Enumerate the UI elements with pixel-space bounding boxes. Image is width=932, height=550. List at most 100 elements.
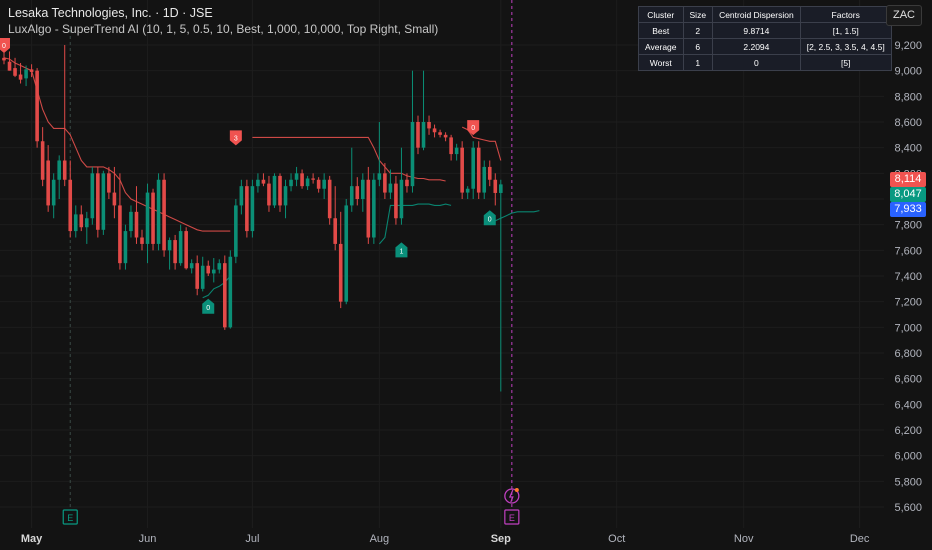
y-tick-label: 7,200 <box>894 297 922 309</box>
candle-body <box>234 205 238 257</box>
y-tick-label: 7,000 <box>894 322 922 334</box>
candle-body <box>300 173 304 187</box>
signal-label: 0 <box>206 305 210 312</box>
candle-body <box>383 173 387 193</box>
candle-body <box>7 61 12 71</box>
candle-body <box>432 128 437 133</box>
candle-body <box>377 173 382 180</box>
candle-body <box>134 211 139 238</box>
cluster-name: Average <box>638 38 684 55</box>
cluster-name: Worst <box>638 54 684 71</box>
signal-label: 3 <box>234 135 238 142</box>
y-tick-label: 7,600 <box>894 245 922 257</box>
candle-body <box>289 179 293 187</box>
candle-body <box>460 147 464 193</box>
candle-body <box>443 134 448 138</box>
candle-body <box>62 160 67 180</box>
x-tick-label: Sep <box>491 533 511 545</box>
currency-button[interactable]: ZAC <box>886 5 922 26</box>
y-tick-label: 8,400 <box>894 143 922 155</box>
y-tick-label: 6,400 <box>894 399 922 411</box>
price-chart[interactable]: 030100E E5,6005,8006,0006,2006,4006,6006,… <box>0 0 932 550</box>
candle-body <box>388 183 393 193</box>
cluster-row-best: Best 2 9.8714 [1, 1.5] <box>638 22 892 39</box>
col-header-dispersion: Centroid Dispersion <box>712 6 801 23</box>
cluster-table: Cluster Size Centroid Dispersion Factors… <box>638 6 892 71</box>
y-tick-label: 6,000 <box>894 451 922 463</box>
candle-body <box>250 186 255 232</box>
candle-body <box>476 147 481 193</box>
candle-body <box>361 179 365 199</box>
candle-body <box>267 183 271 206</box>
x-tick-label: Oct <box>608 533 625 545</box>
y-tick-label: 6,200 <box>894 425 922 437</box>
candle-body <box>167 240 172 251</box>
signal-label: 0 <box>2 43 6 50</box>
price-tag-last: 8,114 <box>890 172 926 187</box>
candle-body <box>68 179 73 232</box>
candle-body <box>465 188 470 193</box>
candle-body <box>239 186 244 206</box>
candle-body <box>195 263 199 289</box>
x-tick-label: Dec <box>850 533 870 545</box>
candle-body <box>13 68 17 76</box>
y-tick-label: 6,800 <box>894 348 922 360</box>
y-tick-label: 7,400 <box>894 271 922 283</box>
candle-body <box>206 265 211 274</box>
candle-body <box>85 218 89 228</box>
candle-body <box>129 211 133 232</box>
candle-body <box>333 218 337 244</box>
y-tick-label: 6,600 <box>894 374 922 386</box>
x-tick-label: Jul <box>245 533 259 545</box>
supertrend-bull-line <box>378 203 452 245</box>
earnings-event-label: E <box>509 513 515 523</box>
candle-body <box>482 166 487 193</box>
cluster-name: Best <box>638 22 684 39</box>
candle-body <box>272 175 277 206</box>
candle-body <box>96 173 100 230</box>
candle-body <box>162 179 166 251</box>
cluster-size: 1 <box>682 54 714 71</box>
supertrend-bull-line <box>489 210 540 226</box>
y-tick-label: 5,800 <box>894 476 922 488</box>
candle-body <box>200 265 205 289</box>
candle-body <box>471 147 475 189</box>
candle-body <box>24 69 28 79</box>
col-header-cluster: Cluster <box>638 6 684 23</box>
earnings-event-label: E <box>67 513 73 523</box>
x-tick-label: Nov <box>734 533 754 545</box>
signal-label: 0 <box>488 216 492 223</box>
candle-body <box>228 256 233 328</box>
notification-dot-icon <box>514 488 519 492</box>
candle-body <box>278 175 282 206</box>
candle-body <box>40 141 45 180</box>
candle-body <box>449 137 453 155</box>
candle-body <box>416 122 420 148</box>
candle-body <box>145 192 150 244</box>
candle-body <box>18 74 23 80</box>
candle-body <box>421 122 426 148</box>
cluster-dispersion: 0 <box>712 54 801 71</box>
y-tick-label: 5,600 <box>894 502 922 514</box>
candle-body <box>438 132 442 135</box>
candle-body <box>29 69 34 72</box>
candle-body <box>294 173 299 180</box>
candle-body <box>322 179 326 189</box>
candle-body <box>349 186 354 206</box>
y-tick-label: 9,200 <box>894 40 922 52</box>
signal-label: 1 <box>399 248 403 255</box>
candle-body <box>79 214 84 228</box>
candle-body <box>283 186 288 206</box>
candle-body <box>493 179 498 193</box>
cluster-table-header-row: Cluster Size Centroid Dispersion Factors <box>638 6 892 23</box>
signal-label: 0 <box>471 125 475 132</box>
candle-body <box>366 179 371 238</box>
candle-body <box>90 173 95 219</box>
candle-body <box>73 214 78 232</box>
candle-body <box>184 231 188 269</box>
candle-body <box>156 179 161 244</box>
candle-body <box>140 237 144 244</box>
candle-body <box>499 184 503 193</box>
candle-body <box>410 122 415 187</box>
indicator-label[interactable]: LuxAlgo - SuperTrend AI (10, 1, 5, 0.5, … <box>8 22 438 36</box>
